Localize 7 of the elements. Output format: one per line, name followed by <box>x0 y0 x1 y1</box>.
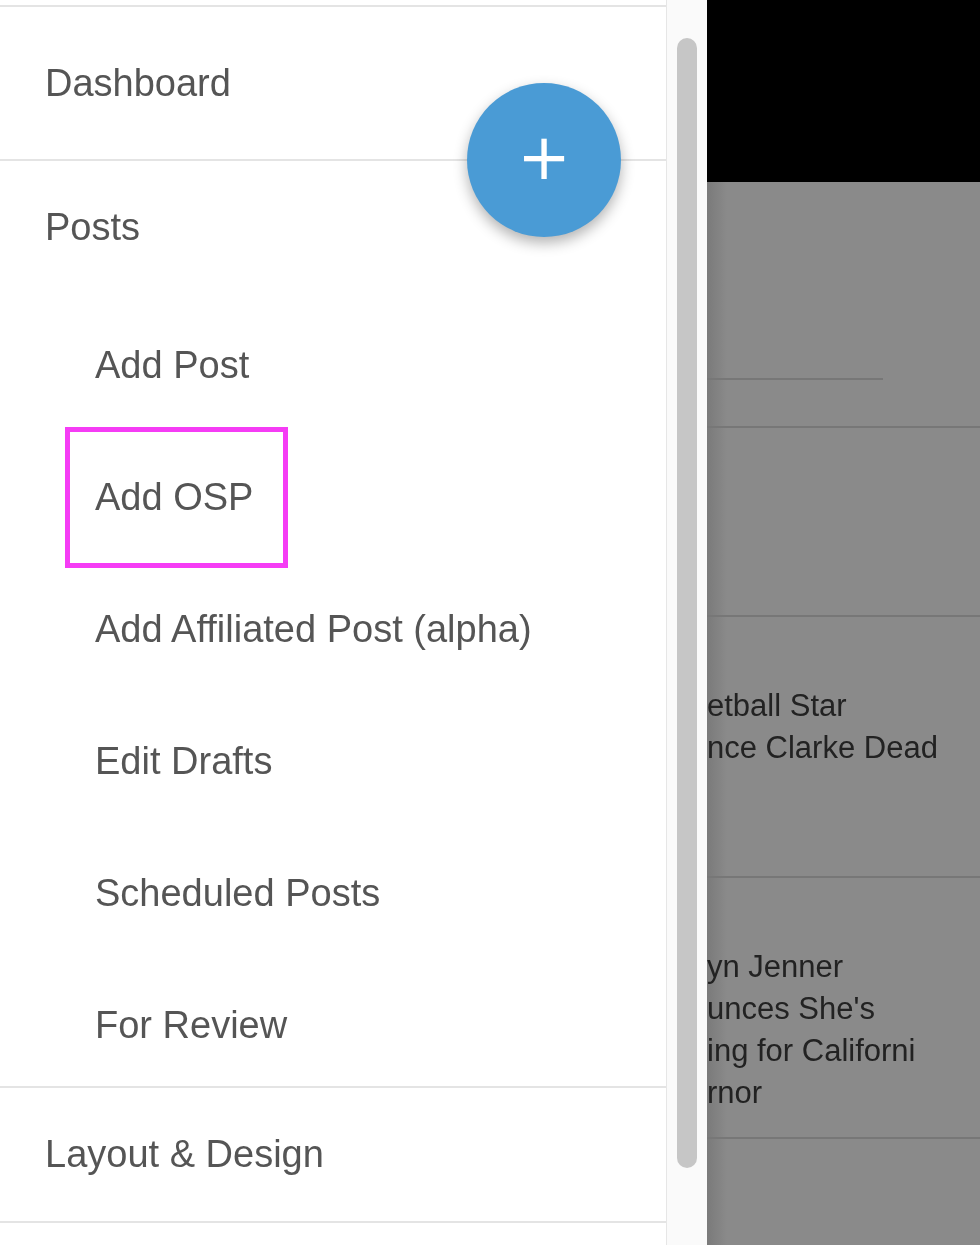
headline-text: yn Jenner unces She's ing for Californi rnor <box>707 948 917 1112</box>
menu-item[interactable]: Dashboard <box>45 61 231 105</box>
submenu-item[interactable]: Add OSP <box>65 426 289 568</box>
scrollbar[interactable] <box>666 0 707 1245</box>
headline-text: etball Star nce Clarke Dead <box>707 687 939 767</box>
menu-item[interactable]: Posts <box>45 206 141 249</box>
menu-item[interactable]: Layout & Design <box>45 1133 324 1176</box>
